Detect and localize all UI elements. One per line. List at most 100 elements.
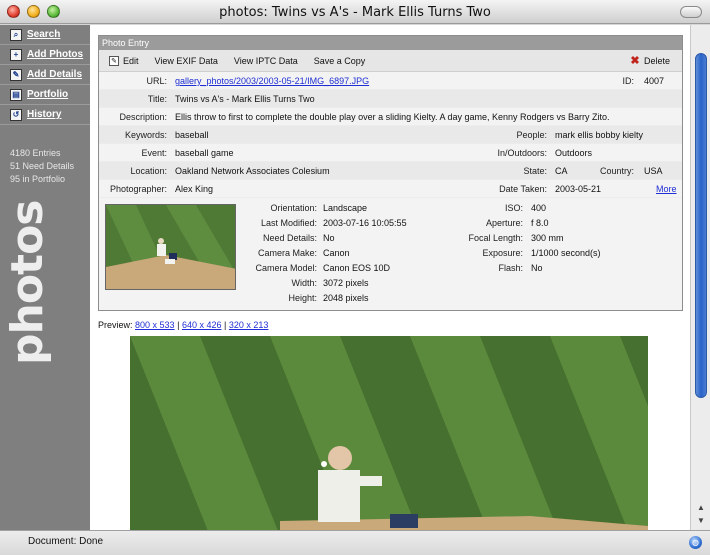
sidebar-item-add-details[interactable]: ✎ Add Details bbox=[0, 65, 90, 85]
toolbar-toggle-button[interactable] bbox=[680, 6, 702, 18]
sidebar-stats: 4180 Entries 51 Need Details 95 in Portf… bbox=[0, 147, 90, 186]
delete-icon: ✖ bbox=[630, 55, 640, 67]
preview-size-800[interactable]: 800 x 533 bbox=[135, 320, 175, 330]
main-content: Photo Entry ✎ Edit View EXIF Data View I… bbox=[90, 25, 690, 530]
country-value: USA bbox=[644, 166, 663, 176]
view-exif-button[interactable]: View EXIF Data bbox=[155, 56, 218, 66]
need-details-count: 51 Need Details bbox=[10, 161, 75, 171]
orientation-value: Landscape bbox=[323, 203, 368, 213]
focal-length-value: 300 mm bbox=[531, 233, 564, 243]
camera-model-label: Camera Model: bbox=[255, 263, 317, 273]
search-icon: ⌕ bbox=[10, 28, 22, 41]
camera-make-value: Canon bbox=[323, 248, 350, 258]
need-details-value: No bbox=[323, 233, 335, 243]
more-link[interactable]: More bbox=[656, 184, 677, 194]
exposure-value: 1/1000 second(s) bbox=[531, 248, 601, 258]
location-value: Oakland Network Associates Colesium bbox=[175, 166, 330, 176]
sidebar-item-history[interactable]: ↺ History bbox=[0, 105, 90, 125]
sidebar-item-label: Add Photos bbox=[27, 49, 84, 60]
id-label: ID: bbox=[622, 76, 634, 86]
field-row-url: URL: gallery_photos/2003/2003-05-21/IMG_… bbox=[99, 72, 682, 90]
edit-button[interactable]: ✎ Edit bbox=[109, 55, 139, 66]
status-bar: Document: Done ◍ bbox=[0, 530, 710, 555]
view-iptc-label: View IPTC Data bbox=[233, 55, 298, 66]
flash-label: Flash: bbox=[498, 263, 523, 273]
preview-size-links: Preview: 800 x 533 | 640 x 426 | 320 x 2… bbox=[98, 320, 268, 330]
iso-value: 400 bbox=[531, 203, 547, 213]
state-value: CA bbox=[555, 166, 568, 176]
preview-size-640[interactable]: 640 x 426 bbox=[182, 320, 222, 330]
title-bar: photos: Twins vs A's - Mark Ellis Turns … bbox=[0, 0, 710, 24]
last-modified-label: Last Modified: bbox=[260, 218, 317, 228]
url-value: gallery_photos/2003/2003-05-21/IMG_6897.… bbox=[175, 76, 369, 86]
sidebar-item-portfolio[interactable]: ▤ Portfolio bbox=[0, 85, 90, 105]
action-bar: ✎ Edit View EXIF Data View IPTC Data Sav… bbox=[99, 50, 682, 72]
edit-label: Edit bbox=[123, 55, 139, 66]
keywords-value: baseball bbox=[175, 130, 209, 140]
sidebar-item-search[interactable]: ⌕ Search bbox=[0, 25, 90, 45]
entries-count: 4180 Entries bbox=[10, 148, 61, 158]
width-label: Width: bbox=[291, 278, 317, 288]
preview-label: Preview: bbox=[98, 320, 133, 330]
sidebar-item-label: Search bbox=[27, 29, 61, 40]
event-value: baseball game bbox=[175, 148, 234, 158]
sidebar-item-add-photos[interactable]: + Add Photos bbox=[0, 45, 90, 65]
keywords-label: Keywords: bbox=[124, 130, 167, 140]
camera-make-label: Camera Make: bbox=[257, 248, 317, 258]
height-value: 2048 pixels bbox=[323, 293, 369, 303]
save-copy-button[interactable]: Save a Copy bbox=[314, 56, 366, 66]
vertical-scrollbar[interactable]: ▲ ▼ bbox=[690, 25, 710, 530]
portfolio-count: 95 in Portfolio bbox=[10, 174, 66, 184]
sidebar-item-label: Portfolio bbox=[27, 89, 69, 100]
panel-header: Photo Entry bbox=[99, 36, 682, 50]
people-label: People: bbox=[516, 130, 547, 140]
photo-thumbnail[interactable] bbox=[105, 204, 236, 290]
add-details-icon: ✎ bbox=[10, 68, 22, 81]
save-copy-label: Save a Copy bbox=[313, 55, 366, 66]
scroll-up-arrow-icon[interactable]: ▲ bbox=[694, 501, 708, 515]
preview-separator: | bbox=[177, 320, 180, 330]
title-label: Title: bbox=[147, 94, 167, 104]
need-details-label: Need Details: bbox=[262, 233, 317, 243]
height-label: Height: bbox=[288, 293, 317, 303]
flash-value: No bbox=[531, 263, 543, 273]
edit-icon: ✎ bbox=[109, 55, 119, 66]
url-link[interactable]: gallery_photos/2003/2003-05-21/IMG_6897.… bbox=[175, 76, 369, 86]
inout-value: Outdoors bbox=[555, 148, 593, 158]
app-logo: photos bbox=[2, 200, 53, 366]
delete-button[interactable]: ✖ Delete bbox=[630, 55, 670, 67]
field-row-location: Location: Oakland Network Associates Col… bbox=[99, 162, 682, 180]
title-value: Twins vs A's - Mark Ellis Turns Two bbox=[175, 94, 315, 104]
window-title: photos: Twins vs A's - Mark Ellis Turns … bbox=[219, 5, 491, 20]
camera-model-value: Canon EOS 10D bbox=[323, 263, 391, 273]
people-value: mark ellis bobby kielty bbox=[555, 130, 644, 140]
field-row-title: Title: Twins vs A's - Mark Ellis Turns T… bbox=[99, 90, 682, 108]
iso-label: ISO: bbox=[504, 203, 523, 213]
preview-separator: | bbox=[224, 320, 227, 330]
entry-fields: URL: gallery_photos/2003/2003-05-21/IMG_… bbox=[99, 72, 682, 198]
delete-label: Delete bbox=[643, 55, 670, 66]
description-label: Description: bbox=[119, 112, 167, 122]
orientation-label: Orientation: bbox=[270, 203, 317, 213]
add-photos-icon: + bbox=[10, 48, 22, 61]
scroll-down-arrow-icon[interactable]: ▼ bbox=[694, 514, 708, 528]
photographer-value: Alex King bbox=[175, 184, 214, 194]
preview-size-320[interactable]: 320 x 213 bbox=[229, 320, 269, 330]
aperture-label: Aperture: bbox=[485, 218, 523, 228]
country-label: Country: bbox=[599, 166, 634, 176]
view-iptc-button[interactable]: View IPTC Data bbox=[234, 56, 298, 66]
url-label: URL: bbox=[146, 76, 167, 86]
photographer-label: Photographer: bbox=[109, 184, 167, 194]
inout-label: In/Outdoors: bbox=[497, 148, 547, 158]
last-modified-value: 2003-07-16 10:05:55 bbox=[323, 218, 407, 228]
field-row-photographer: Photographer: Alex King Date Taken: 2003… bbox=[99, 180, 682, 198]
security-globe-icon: ◍ bbox=[689, 536, 702, 549]
field-row-description: Description: Ellis throw to first to com… bbox=[99, 108, 682, 126]
state-label: State: bbox=[523, 166, 547, 176]
width-value: 3072 pixels bbox=[323, 278, 369, 288]
scrollbar-thumb[interactable] bbox=[695, 53, 707, 398]
history-icon: ↺ bbox=[10, 108, 22, 121]
location-label: Location: bbox=[130, 166, 167, 176]
status-text: Document: Done bbox=[28, 536, 104, 547]
portfolio-icon: ▤ bbox=[10, 88, 22, 101]
